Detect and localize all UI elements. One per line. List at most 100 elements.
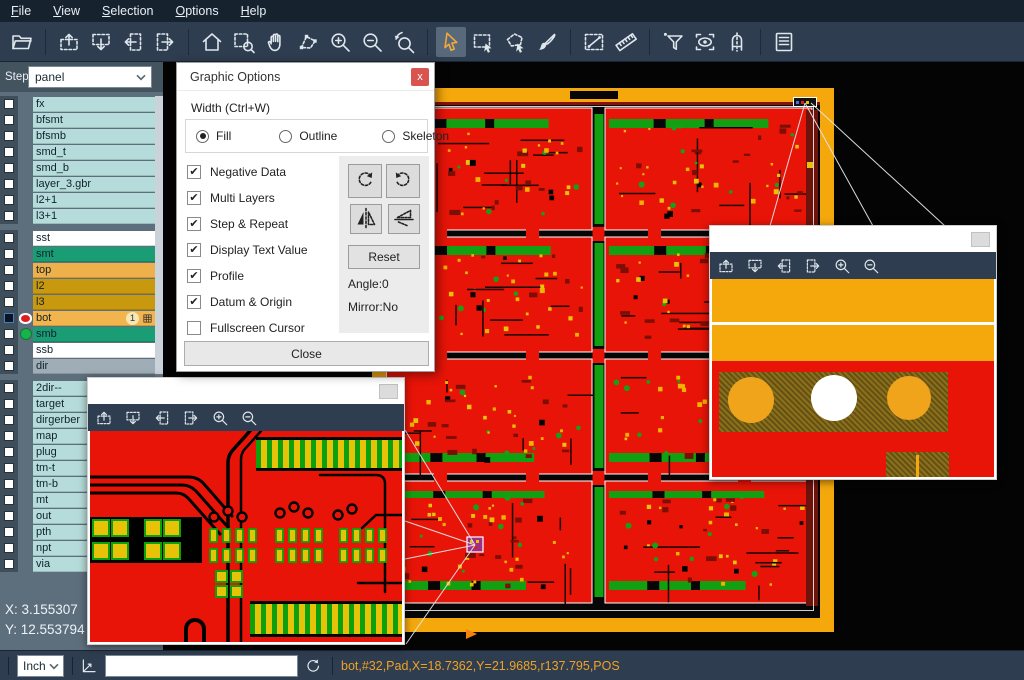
- layer-checkbox[interactable]: [4, 163, 14, 173]
- layer-checkbox[interactable]: [4, 415, 14, 425]
- layer-label[interactable]: l3: [33, 295, 155, 310]
- home-view-button[interactable]: [197, 27, 227, 57]
- layer-row-smd_b[interactable]: smd_b: [0, 160, 155, 176]
- layer-row-l3[interactable]: l3: [0, 294, 155, 310]
- layer-label[interactable]: l2: [33, 279, 155, 294]
- layer-checkbox[interactable]: [4, 345, 14, 355]
- popup-pcb-zoom-view[interactable]: [712, 279, 994, 477]
- radio-outline[interactable]: Outline: [279, 129, 337, 143]
- edit-path-button[interactable]: [293, 27, 323, 57]
- layer-checkbox[interactable]: [4, 447, 14, 457]
- import-down-button[interactable]: [745, 256, 765, 276]
- layer-checkbox[interactable]: [4, 265, 14, 275]
- close-icon[interactable]: x: [411, 68, 429, 86]
- export-up-button[interactable]: [716, 256, 736, 276]
- view-options-button[interactable]: [690, 27, 720, 57]
- layer-row-fx[interactable]: fx: [0, 96, 155, 112]
- select-arrow-button[interactable]: [436, 27, 466, 57]
- open-folder-button[interactable]: [7, 27, 37, 57]
- layer-label[interactable]: smb: [33, 327, 155, 342]
- layer-row-smt[interactable]: smt: [0, 246, 155, 262]
- popup-window-button[interactable]: [379, 384, 398, 399]
- option-fullscreen-cursor[interactable]: Fullscreen Cursor: [187, 315, 308, 341]
- zoom-in-button[interactable]: [325, 27, 355, 57]
- layer-row-bfsmt[interactable]: bfsmt: [0, 112, 155, 128]
- popup-window-button[interactable]: [971, 232, 990, 247]
- layer-row-sst[interactable]: sst: [0, 230, 155, 246]
- layer-row-layer_3.gbr[interactable]: layer_3.gbr: [0, 176, 155, 192]
- layer-checkbox[interactable]: [4, 495, 14, 505]
- export-up-button[interactable]: [54, 27, 84, 57]
- properties-form-button[interactable]: [769, 27, 799, 57]
- import-down-button[interactable]: [86, 27, 116, 57]
- layer-checkbox[interactable]: [4, 543, 14, 553]
- zoom-in-button[interactable]: [210, 408, 230, 428]
- layer-label[interactable]: sst: [33, 231, 155, 246]
- zoom-out-button[interactable]: [239, 408, 259, 428]
- menu-help[interactable]: Help: [230, 0, 278, 22]
- flip-horizontal-button[interactable]: [350, 204, 382, 234]
- step-dropdown[interactable]: panel: [28, 66, 152, 88]
- rotate-cw-button[interactable]: [348, 164, 382, 198]
- layer-label[interactable]: fx: [33, 97, 155, 112]
- units-dropdown[interactable]: Inch: [17, 655, 64, 677]
- layer-label[interactable]: bfsmt: [33, 113, 155, 128]
- menu-file[interactable]: File: [0, 0, 42, 22]
- export-up-button[interactable]: [94, 408, 114, 428]
- layer-checkbox[interactable]: [4, 147, 14, 157]
- layer-checkbox[interactable]: [4, 559, 14, 569]
- layer-label[interactable]: smt: [33, 247, 155, 262]
- layer-checkbox[interactable]: [4, 511, 14, 521]
- layer-checkbox[interactable]: [4, 361, 14, 371]
- shift-right-button[interactable]: [150, 27, 180, 57]
- menu-options[interactable]: Options: [164, 0, 229, 22]
- radio-circle[interactable]: [382, 130, 395, 143]
- layer-label[interactable]: l3+1: [33, 209, 155, 224]
- checkbox[interactable]: ✔: [187, 269, 201, 283]
- layer-row-smd_t[interactable]: smd_t: [0, 144, 155, 160]
- dialog-title-bar[interactable]: Graphic Options x: [177, 63, 434, 91]
- layer-label[interactable]: top: [33, 263, 155, 278]
- zoom-out-button[interactable]: [357, 27, 387, 57]
- layer-label[interactable]: smd_b: [33, 161, 155, 176]
- layer-checkbox[interactable]: [4, 297, 14, 307]
- menu-selection[interactable]: Selection: [91, 0, 164, 22]
- import-down-button[interactable]: [123, 408, 143, 428]
- polygon-select-button[interactable]: [500, 27, 530, 57]
- popup-pcb-zoom-view[interactable]: [90, 431, 402, 642]
- layer-checkbox[interactable]: [4, 211, 14, 221]
- radio-fill[interactable]: Fill: [196, 129, 231, 143]
- ruler-button[interactable]: [611, 27, 641, 57]
- option-multi-layers[interactable]: ✔Multi Layers: [187, 185, 308, 211]
- layer-label[interactable]: bfsmb: [33, 129, 155, 144]
- grid-icon[interactable]: [142, 313, 153, 324]
- layer-checkbox[interactable]: [4, 179, 14, 189]
- zoom-popup-right[interactable]: [709, 225, 997, 480]
- rotate-ccw-button[interactable]: [386, 164, 420, 198]
- zoom-out-button[interactable]: [861, 256, 881, 276]
- menu-view[interactable]: View: [42, 0, 91, 22]
- option-display-text-value[interactable]: ✔Display Text Value: [187, 237, 308, 263]
- shift-left-button[interactable]: [118, 27, 148, 57]
- snap-button[interactable]: [722, 27, 752, 57]
- layer-checkbox[interactable]: [4, 383, 14, 393]
- refresh-icon[interactable]: [304, 657, 322, 680]
- measure-distance-button[interactable]: [579, 27, 609, 57]
- close-button[interactable]: Close: [184, 341, 429, 366]
- layer-checkbox[interactable]: [4, 233, 14, 243]
- layer-row-l3+1[interactable]: l3+1: [0, 208, 155, 224]
- option-datum-origin[interactable]: ✔Datum & Origin: [187, 289, 308, 315]
- layer-checkbox[interactable]: [4, 431, 14, 441]
- layer-row-ssb[interactable]: ssb: [0, 342, 155, 358]
- layer-checkbox[interactable]: [4, 99, 14, 109]
- layer-checkbox[interactable]: [4, 479, 14, 489]
- layer-label[interactable]: ssb: [33, 343, 155, 358]
- layer-checkbox[interactable]: [4, 249, 14, 259]
- checkbox[interactable]: ✔: [187, 165, 201, 179]
- popup-title-bar[interactable]: [710, 226, 996, 252]
- checkbox[interactable]: ✔: [187, 191, 201, 205]
- zoom-previous-button[interactable]: [389, 27, 419, 57]
- checkbox[interactable]: ✔: [187, 217, 201, 231]
- shift-left-button[interactable]: [152, 408, 172, 428]
- layer-checkbox[interactable]: [4, 463, 14, 473]
